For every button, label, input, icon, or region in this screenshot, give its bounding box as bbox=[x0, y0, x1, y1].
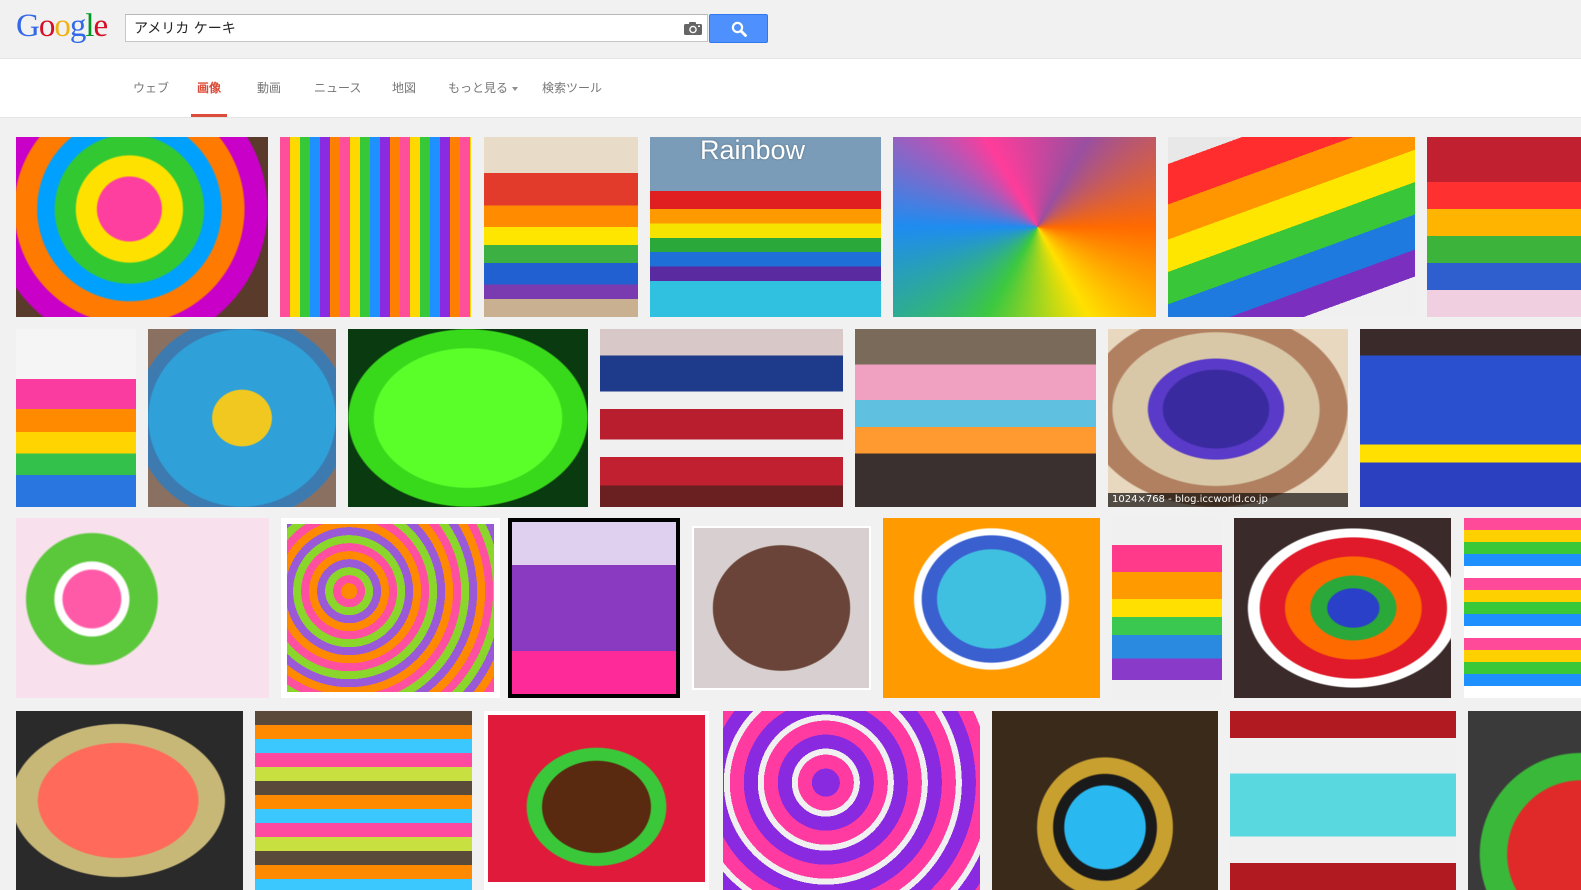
logo-letter: o bbox=[38, 8, 55, 44]
image-result[interactable] bbox=[883, 518, 1100, 698]
tab-label: 地図 bbox=[392, 81, 417, 95]
image-result[interactable] bbox=[148, 329, 336, 507]
image-result[interactable] bbox=[508, 518, 680, 698]
image-result[interactable] bbox=[855, 329, 1096, 507]
image-result[interactable] bbox=[1168, 137, 1415, 317]
image-result[interactable] bbox=[992, 711, 1218, 890]
tab-videos[interactable]: 動画 bbox=[257, 59, 281, 117]
image-inner bbox=[694, 528, 869, 688]
image-result[interactable] bbox=[280, 137, 471, 317]
tab-web[interactable]: ウェブ bbox=[133, 59, 169, 117]
tab-label: 画像 bbox=[197, 81, 222, 95]
image-result[interactable] bbox=[600, 329, 843, 507]
image-result[interactable] bbox=[1234, 518, 1451, 698]
tab-bar: ウェブ 画像 動画 ニュース 地図 もっと見る 検索ツール bbox=[0, 59, 1581, 118]
search-box bbox=[125, 14, 708, 42]
image-result[interactable]: 1024×768 - blog.iccworld.co.jp bbox=[1108, 329, 1348, 507]
image-result[interactable] bbox=[1360, 329, 1581, 507]
image-result[interactable] bbox=[16, 518, 269, 698]
image-result[interactable] bbox=[1230, 711, 1456, 890]
logo-letter: e bbox=[93, 8, 109, 44]
image-result[interactable] bbox=[692, 526, 871, 690]
tab-more[interactable]: もっと見る bbox=[448, 59, 519, 117]
image-result[interactable] bbox=[893, 137, 1156, 317]
image-inner bbox=[287, 524, 494, 692]
image-result[interactable] bbox=[16, 329, 136, 507]
rainbow-overlay-text: Rainbow bbox=[700, 137, 806, 165]
google-logo[interactable]: Google bbox=[16, 6, 109, 46]
tab-label: ウェブ bbox=[133, 81, 170, 95]
image-result[interactable] bbox=[1468, 711, 1581, 890]
image-result[interactable] bbox=[255, 711, 472, 890]
logo-letter: G bbox=[16, 8, 40, 44]
chevron-down-icon bbox=[512, 86, 519, 91]
image-result[interactable]: Rainbow bbox=[650, 137, 881, 317]
image-result[interactable] bbox=[348, 329, 588, 507]
search-button[interactable] bbox=[709, 14, 768, 43]
image-result[interactable] bbox=[723, 711, 980, 890]
camera-icon[interactable] bbox=[683, 21, 703, 36]
image-result[interactable] bbox=[281, 518, 500, 698]
image-result[interactable] bbox=[1112, 518, 1222, 698]
tab-label: もっと見る bbox=[448, 81, 509, 95]
tab-maps[interactable]: 地図 bbox=[392, 59, 416, 117]
logo-letter: o bbox=[54, 8, 70, 44]
image-result[interactable] bbox=[16, 137, 268, 317]
tab-label: ニュース bbox=[314, 81, 362, 95]
tab-news[interactable]: ニュース bbox=[314, 59, 361, 117]
tab-images[interactable]: 画像 bbox=[190, 59, 228, 117]
image-result[interactable] bbox=[1427, 137, 1581, 317]
search-input[interactable] bbox=[134, 15, 674, 41]
tab-label: 動画 bbox=[257, 81, 282, 95]
logo-letter: g bbox=[69, 8, 86, 44]
image-result[interactable] bbox=[484, 137, 638, 317]
image-result[interactable] bbox=[484, 711, 709, 890]
image-result[interactable] bbox=[16, 711, 243, 890]
image-inner bbox=[512, 522, 676, 694]
search-icon bbox=[731, 21, 747, 37]
image-hover-caption: 1024×768 - blog.iccworld.co.jp bbox=[1108, 493, 1348, 507]
tab-label: 検索ツール bbox=[542, 81, 603, 95]
top-bar: Google bbox=[0, 0, 1581, 59]
tab-search-tools[interactable]: 検索ツール bbox=[542, 59, 602, 117]
image-inner bbox=[488, 715, 705, 882]
image-results-grid: Rainbow 1024×768 - blog.iccworld.co.jp bbox=[0, 118, 1581, 890]
image-result[interactable] bbox=[1464, 518, 1581, 698]
logo-letter: l bbox=[85, 8, 94, 44]
